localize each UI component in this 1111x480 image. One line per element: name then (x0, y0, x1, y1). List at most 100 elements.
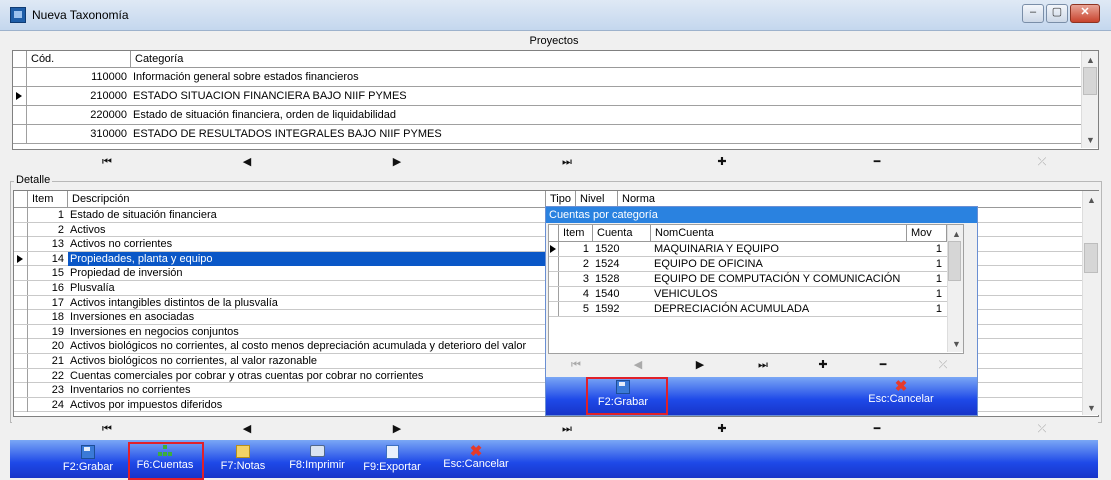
cell-cuenta: 1524 (595, 258, 620, 270)
nav-insert-button[interactable]: ✚ (702, 419, 742, 439)
row-indicator (14, 281, 28, 295)
cuentas-scrollbar[interactable]: ▲ ▼ (947, 225, 963, 352)
column-header-mov[interactable]: Mov (907, 225, 947, 242)
cell-categoria: Información general sobre estados financ… (133, 71, 359, 83)
cuentas-grid[interactable]: Item Cuenta NomCuenta Mov 1 1520 MAQUINARI… (548, 224, 964, 354)
nav-first-button[interactable]: ⏮ (87, 152, 127, 172)
cell-item: 15 (51, 267, 64, 280)
scroll-up-icon[interactable]: ▲ (1086, 55, 1095, 65)
notas-button[interactable]: F7:Notas (213, 445, 273, 472)
cuentas-navigator: ⏮ ◀ ▶ ⏭ ✚ ━ ⤫ (548, 355, 962, 375)
cell-item: 16 (51, 282, 64, 294)
detalle-scrollbar[interactable]: ▲ ▼ (1082, 191, 1099, 415)
detalle-title: Detalle (14, 174, 53, 186)
cell-item: 13 (51, 238, 64, 251)
table-row[interactable]: 2 1524 EQUIPO DE OFICINA 1 (549, 257, 947, 272)
printer-icon (309, 445, 325, 457)
nav-first-button[interactable]: ⏮ (566, 355, 586, 375)
nav-cancel-button[interactable]: ⤫ (933, 355, 953, 375)
nav-delete-button[interactable]: ━ (857, 419, 897, 439)
table-row[interactable]: 110000 Información general sobre estados … (13, 68, 1081, 87)
scroll-down-icon[interactable]: ▼ (1086, 135, 1095, 145)
scroll-up-icon[interactable]: ▲ (952, 229, 961, 239)
cell-item: 23 (51, 384, 64, 397)
row-indicator (14, 310, 28, 325)
nav-first-button[interactable]: ⏮ (87, 419, 127, 439)
nav-cancel-button[interactable]: ⤫ (1022, 419, 1062, 439)
detalle-navigator: ⏮ ◀ ▶ ⏭ ✚ ━ ⤫ (12, 419, 1098, 439)
nav-next-button[interactable]: ▶ (377, 419, 417, 439)
table-row[interactable]: 210000 ESTADO SITUACION FINANCIERA BAJO N… (13, 87, 1081, 106)
cell-item: 18 (51, 311, 64, 324)
cell-descripcion: Inversiones en negocios conjuntos (70, 325, 239, 338)
nav-next-button[interactable]: ▶ (377, 152, 417, 172)
table-row[interactable]: 5 1592 DEPRECIACIÓN ACUMULADA 1 (549, 302, 947, 317)
cell-item: 1 (582, 243, 589, 255)
cell-categoria: ESTADO DE RESULTADOS INTEGRALES BAJO NII… (133, 128, 442, 140)
row-indicator-header (549, 225, 559, 242)
nav-delete-button[interactable]: ━ (873, 355, 893, 375)
table-row[interactable]: 310000 ESTADO DE RESULTADOS INTEGRALES BA… (13, 125, 1081, 144)
nav-next-button[interactable]: ▶ (690, 355, 710, 375)
proyectos-navigator: ⏮ ◀ ▶ ⏭ ✚ ━ ⤫ (12, 150, 1098, 174)
cell-cod: 310000 (90, 128, 127, 140)
close-button[interactable]: ✕ (1070, 4, 1100, 23)
cancelar-label: Esc:Cancelar (443, 458, 509, 470)
cuentas-panel: Cuentas por categoría Item Cuenta NomCue… (545, 206, 978, 416)
scroll-down-icon[interactable]: ▼ (1087, 403, 1096, 413)
nav-prior-button[interactable]: ◀ (227, 152, 267, 172)
column-header-nomcuenta[interactable]: NomCuenta (651, 225, 907, 242)
exportar-label: F9:Exportar (363, 461, 421, 473)
nav-cancel-button[interactable]: ⤫ (1022, 152, 1062, 172)
nav-last-button[interactable]: ⏭ (753, 355, 773, 375)
row-indicator-header (13, 51, 27, 68)
cuentas-cancel-button[interactable]: ✖ Esc:Cancelar (856, 379, 946, 405)
cell-mov: 1 (935, 303, 942, 315)
nav-insert-button[interactable]: ✚ (813, 355, 833, 375)
scroll-thumb[interactable] (1083, 67, 1097, 95)
scroll-thumb[interactable] (1084, 243, 1098, 273)
table-row[interactable]: 220000 Estado de situación financiera, or… (13, 106, 1081, 125)
nav-last-button[interactable]: ⏭ (547, 152, 587, 172)
highlight-box (128, 442, 204, 480)
proyectos-scrollbar[interactable]: ▲ ▼ (1081, 51, 1098, 148)
imprimir-button[interactable]: F8:Imprimir (284, 445, 350, 471)
scroll-thumb[interactable] (948, 241, 961, 281)
column-header-cod[interactable]: Cód. (27, 51, 131, 68)
table-row[interactable]: 3 1528 EQUIPO DE COMPUTACIÓN Y COMUNICACIÓ… (549, 272, 947, 287)
title-bar: Nueva Taxonomía ‒ ▢ ✕ (0, 0, 1111, 31)
nav-delete-button[interactable]: ━ (857, 152, 897, 172)
cell-cuenta: 1528 (595, 273, 620, 285)
scroll-up-icon[interactable]: ▲ (1087, 195, 1096, 205)
cell-descripcion: Inversiones en asociadas (70, 311, 195, 324)
row-indicator (13, 106, 27, 124)
row-indicator (14, 208, 28, 222)
cell-cuenta: 1592 (595, 303, 620, 315)
cell-cuenta: 1520 (595, 243, 620, 255)
cell-item: 2 (582, 258, 589, 270)
nav-insert-button[interactable]: ✚ (702, 152, 742, 172)
table-row[interactable]: 1 1520 MAQUINARIA Y EQUIPO 1 (549, 242, 947, 257)
save-button[interactable]: F2:Grabar (58, 445, 118, 473)
nav-last-button[interactable]: ⏭ (547, 419, 587, 439)
cancelar-button[interactable]: ✖ Esc:Cancelar (438, 444, 514, 470)
row-indicator (14, 339, 28, 354)
column-header-cuenta[interactable]: Cuenta (593, 225, 651, 242)
current-row-arrow-icon (550, 245, 556, 253)
scroll-down-icon[interactable]: ▼ (952, 339, 961, 349)
table-row[interactable]: 4 1540 VEHICULOS 1 (549, 287, 947, 302)
column-header-descripcion[interactable]: Descripción (68, 191, 546, 208)
nav-prior-button[interactable]: ◀ (628, 355, 648, 375)
column-header-item[interactable]: Item (28, 191, 68, 208)
exportar-button[interactable]: F9:Exportar (357, 445, 427, 473)
window-title: Nueva Taxonomía (32, 8, 129, 22)
row-indicator (14, 368, 28, 383)
row-indicator (13, 68, 27, 86)
nav-prior-button[interactable]: ◀ (227, 419, 267, 439)
proyectos-grid[interactable]: Cód. Categoría 110000 Información general… (12, 50, 1099, 150)
column-header-item[interactable]: Item (559, 225, 593, 242)
column-header-categoria[interactable]: Categoría (131, 51, 1080, 68)
maximize-button[interactable]: ▢ (1046, 4, 1068, 23)
minimize-button[interactable]: ‒ (1022, 4, 1044, 23)
cell-mov: 1 (935, 273, 942, 285)
